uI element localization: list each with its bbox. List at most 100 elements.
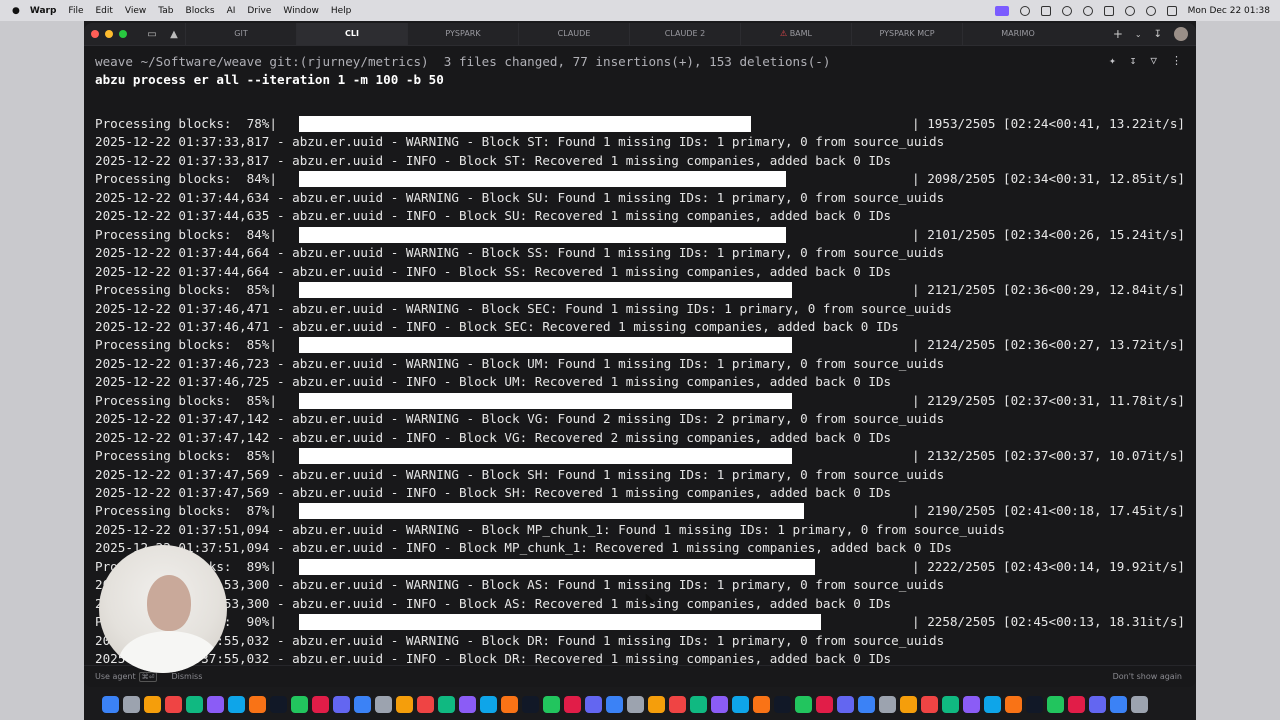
photos-icon[interactable] xyxy=(144,695,161,713)
app-icon[interactable] xyxy=(648,695,665,713)
tab-marimo[interactable]: MARIMO xyxy=(962,23,1073,45)
progress-stats-text: | 2101/2505 [02:34<00:26, 15.24it/s] xyxy=(912,226,1185,242)
close-window-button[interactable] xyxy=(91,30,99,38)
status-icon[interactable] xyxy=(1061,5,1072,16)
progress-bar-fill xyxy=(299,116,751,132)
save-icon[interactable]: ↧ xyxy=(1130,54,1137,67)
screen-record-icon[interactable] xyxy=(994,5,1009,16)
app-icon[interactable] xyxy=(879,695,896,713)
app-icon[interactable] xyxy=(837,695,854,713)
calendar-icon[interactable] xyxy=(543,695,560,713)
app-icon[interactable] xyxy=(1068,695,1085,713)
app-icon[interactable] xyxy=(816,695,833,713)
menu-window[interactable]: Window xyxy=(283,6,319,16)
settings-icon[interactable] xyxy=(186,695,203,713)
avatar[interactable] xyxy=(1174,27,1188,41)
finder-icon[interactable] xyxy=(102,695,119,713)
app-icon[interactable] xyxy=(522,695,539,713)
use-agent-button[interactable]: Use agent ⌘⏎ xyxy=(95,671,158,682)
menu-drive[interactable]: Drive xyxy=(247,6,271,16)
battery-icon[interactable] xyxy=(1103,5,1114,16)
download-icon[interactable]: ↧ xyxy=(1154,29,1162,40)
app-icon[interactable] xyxy=(354,695,371,713)
whatsapp-icon[interactable] xyxy=(375,695,392,713)
app-icon[interactable] xyxy=(1026,695,1043,713)
menubar-clock[interactable]: Mon Dec 22 01:38 xyxy=(1188,6,1270,16)
app-icon[interactable] xyxy=(858,695,875,713)
acrobat-icon[interactable] xyxy=(669,695,686,713)
tab-pyspark[interactable]: PYSPARK xyxy=(407,23,518,45)
tab-baml[interactable]: ⚠ BAML xyxy=(740,23,851,45)
pin-icon[interactable]: ✦ xyxy=(1109,54,1116,67)
menu-file[interactable]: File xyxy=(68,6,83,16)
app-icon[interactable] xyxy=(921,695,938,713)
trash-icon[interactable] xyxy=(1131,695,1148,713)
app-icon[interactable] xyxy=(480,695,497,713)
app-icon[interactable] xyxy=(165,695,182,713)
app-icon[interactable] xyxy=(900,695,917,713)
launchpad-icon[interactable] xyxy=(123,695,140,713)
app-icon[interactable] xyxy=(564,695,581,713)
app-icon[interactable] xyxy=(753,695,770,713)
tab-git[interactable]: GIT xyxy=(185,23,296,45)
minimize-window-button[interactable] xyxy=(105,30,113,38)
more-icon[interactable]: ⋮ xyxy=(1171,54,1182,67)
tab-claude-2[interactable]: CLAUDE 2 xyxy=(629,23,740,45)
app-icon[interactable] xyxy=(585,695,602,713)
app-icon[interactable] xyxy=(1005,695,1022,713)
menu-app-name[interactable]: Warp xyxy=(30,6,57,16)
app-icon[interactable] xyxy=(984,695,1001,713)
chrome-icon[interactable] xyxy=(228,695,245,713)
menu-edit[interactable]: Edit xyxy=(95,6,112,16)
log-line: 2025-12-22 01:37:47,569 - abzu.er.uuid -… xyxy=(95,466,945,482)
sidebar-toggle-icon[interactable]: ▭ xyxy=(141,29,163,40)
chevron-down-icon[interactable]: ⌄ xyxy=(1135,30,1142,39)
status-icon[interactable] xyxy=(1019,5,1030,16)
status-icon[interactable] xyxy=(1082,5,1093,16)
new-tab-icon[interactable]: + xyxy=(1113,27,1123,41)
tab-cli[interactable]: CLI xyxy=(296,23,407,45)
zoom-window-button[interactable] xyxy=(119,30,127,38)
app-icon[interactable] xyxy=(417,695,434,713)
app-icon[interactable] xyxy=(396,695,413,713)
menu-view[interactable]: View xyxy=(125,6,146,16)
search-icon[interactable] xyxy=(1145,5,1156,16)
filter-icon[interactable]: ▽ xyxy=(1150,54,1157,67)
app-icon[interactable] xyxy=(711,695,728,713)
menu-blocks[interactable]: Blocks xyxy=(186,6,215,16)
app-icon[interactable] xyxy=(1047,695,1064,713)
status-icon[interactable] xyxy=(1040,5,1051,16)
slack-icon[interactable] xyxy=(459,695,476,713)
app-icon[interactable] xyxy=(606,695,623,713)
menu-tab[interactable]: Tab xyxy=(158,6,173,16)
app-icon[interactable] xyxy=(963,695,980,713)
wifi-icon[interactable] xyxy=(1124,5,1135,16)
tab-pyspark-mcp[interactable]: PYSPARK MCP xyxy=(851,23,962,45)
app-icon[interactable] xyxy=(774,695,791,713)
menu-ai[interactable]: AI xyxy=(227,6,236,16)
progress-label: Processing blocks: 85%| xyxy=(95,282,277,298)
app-icon[interactable] xyxy=(333,695,350,713)
app-icon[interactable] xyxy=(732,695,749,713)
app-icon[interactable] xyxy=(291,695,308,713)
discord-icon[interactable] xyxy=(438,695,455,713)
control-center-icon[interactable] xyxy=(1166,5,1177,16)
app-icon[interactable] xyxy=(270,695,287,713)
app-icon[interactable] xyxy=(207,695,224,713)
app-icon[interactable] xyxy=(795,695,812,713)
terminal-output[interactable]: weave ~/Software/weave git:(rjurney/metr… xyxy=(84,46,1196,666)
app-icon[interactable] xyxy=(249,695,266,713)
apple-icon[interactable]: ● xyxy=(12,6,20,16)
chatgpt-icon[interactable] xyxy=(312,695,329,713)
warp-logo-icon[interactable]: ▲ xyxy=(163,29,185,40)
app-icon[interactable] xyxy=(627,695,644,713)
menu-help[interactable]: Help xyxy=(331,6,352,16)
tab-claude[interactable]: CLAUDE xyxy=(518,23,629,45)
app-icon[interactable] xyxy=(690,695,707,713)
dismiss-button[interactable]: Dismiss xyxy=(171,672,202,682)
app-icon[interactable] xyxy=(942,695,959,713)
x-icon[interactable] xyxy=(501,695,518,713)
app-icon[interactable] xyxy=(1089,695,1106,713)
app-icon[interactable] xyxy=(1110,695,1127,713)
dont-show-again-button[interactable]: Don't show again xyxy=(1113,672,1182,681)
